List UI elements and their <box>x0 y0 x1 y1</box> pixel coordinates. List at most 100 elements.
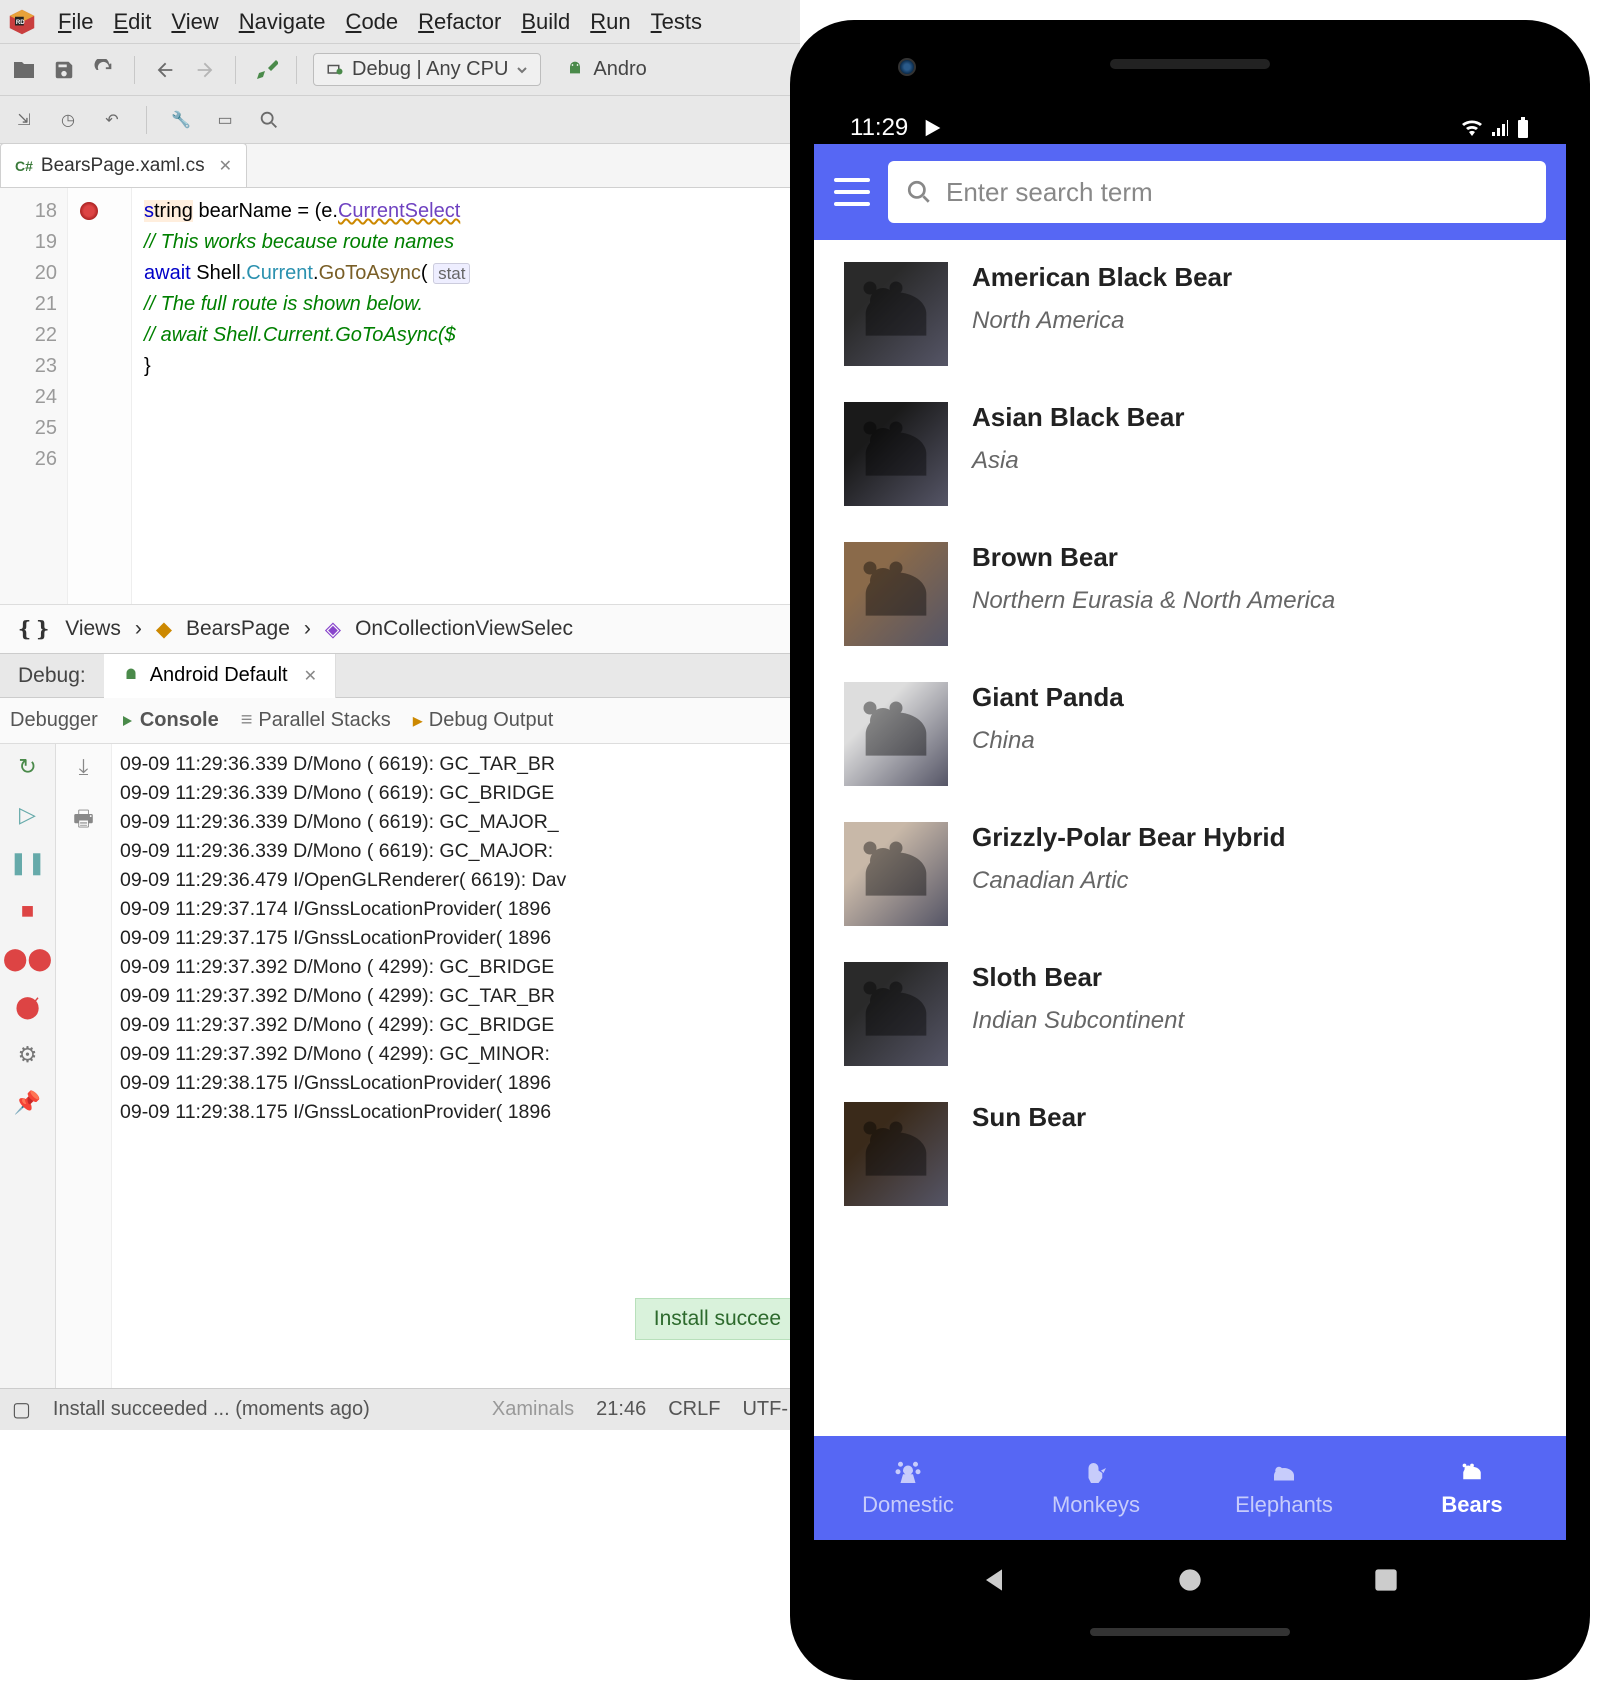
target-dropdown[interactable]: Andro <box>553 54 658 85</box>
debug-body: ↻ ▷ ❚❚ ■ ⬤⬤ ⬤̸ ⚙ 📌 ⤓ 🖶 09-09 11:29:36.33… <box>0 744 800 1430</box>
phone-status-bar: 11:29 <box>814 84 1566 144</box>
nav-back-icon[interactable] <box>978 1564 1010 1596</box>
layout-icon[interactable]: ▭ <box>211 106 239 134</box>
build-icon[interactable] <box>252 56 280 84</box>
android-nav-bar <box>814 1540 1566 1620</box>
breakpoints-icon[interactable]: ⬤⬤ <box>3 946 52 972</box>
close-icon[interactable]: ✕ <box>304 666 317 686</box>
code-area[interactable]: string bearName = (e.CurrentSelect // Th… <box>132 188 800 604</box>
status-position[interactable]: 21:46 <box>596 1398 646 1421</box>
menu-edit[interactable]: Edit <box>103 5 161 38</box>
tab-debugger[interactable]: Debugger <box>10 709 98 732</box>
status-eol[interactable]: CRLF <box>668 1398 720 1421</box>
search-input[interactable]: Enter search term <box>888 161 1546 223</box>
pause-icon[interactable]: ❚❚ <box>9 850 46 876</box>
status-encoding[interactable]: UTF- <box>742 1398 788 1421</box>
panel-icon[interactable]: ▢ <box>12 1397 31 1422</box>
bear-name: Asian Black Bear <box>972 402 1184 433</box>
status-bar: ▢ Install succeeded ... (moments ago) Xa… <box>0 1388 800 1430</box>
search-icon[interactable] <box>255 106 283 134</box>
list-item[interactable]: Brown BearNorthern Eurasia & North Ameri… <box>844 542 1536 646</box>
tab-bears[interactable]: Bears <box>1378 1436 1566 1540</box>
bear-name: Giant Panda <box>972 682 1124 713</box>
fold-column <box>110 188 132 604</box>
menu-file[interactable]: File <box>48 5 103 38</box>
bear-thumbnail <box>844 822 948 926</box>
output-icon: ▸ <box>413 708 423 733</box>
nav-recent-icon[interactable] <box>1370 1564 1402 1596</box>
tab-console[interactable]: Console <box>120 709 219 732</box>
back-icon[interactable] <box>151 56 179 84</box>
debug-panel-header: Debug: Android Default ✕ <box>0 654 800 698</box>
mute-icon[interactable]: ⬤̸ <box>15 994 40 1020</box>
debug-session-tab[interactable]: Android Default ✕ <box>104 654 336 698</box>
home-indicator <box>1090 1628 1290 1636</box>
app-screen: Enter search term American Black BearNor… <box>814 144 1566 1540</box>
forward-icon[interactable] <box>191 56 219 84</box>
list-item[interactable]: American Black BearNorth America <box>844 262 1536 366</box>
list-item[interactable]: Sun Bear <box>844 1102 1536 1206</box>
play-store-icon <box>922 117 944 139</box>
phone-top <box>814 44 1566 84</box>
breakpoint-marker[interactable] <box>80 202 98 220</box>
rerun-icon[interactable]: ↻ <box>18 754 36 780</box>
crumb-views[interactable]: Views <box>65 617 121 641</box>
tab-filename: BearsPage.xaml.cs <box>41 155 205 177</box>
tab-domestic[interactable]: Domestic <box>814 1436 1002 1540</box>
install-toast: Install succee <box>635 1298 800 1340</box>
menu-view[interactable]: View <box>161 5 228 38</box>
elephants-icon <box>1267 1458 1301 1488</box>
run-config-dropdown[interactable]: Debug | Any CPU <box>313 53 541 86</box>
list-item[interactable]: Asian Black BearAsia <box>844 402 1536 506</box>
hamburger-icon[interactable] <box>834 178 870 206</box>
method-icon: ◈ <box>325 617 341 642</box>
menu-navigate[interactable]: Navigate <box>229 5 336 38</box>
ide-window: RD FileEditViewNavigateCodeRefactorBuild… <box>0 0 800 1430</box>
crumb-method[interactable]: OnCollectionViewSelec <box>355 617 573 641</box>
pin-icon[interactable]: 📌 <box>14 1090 41 1116</box>
nav-home-icon[interactable] <box>1174 1564 1206 1596</box>
list-item[interactable]: Sloth BearIndian Subcontinent <box>844 962 1536 1066</box>
open-icon[interactable] <box>10 56 38 84</box>
status-project: Xaminals <box>492 1398 574 1421</box>
bears-icon <box>1455 1458 1489 1488</box>
code-editor[interactable]: 181920212223242526 string bearName = (e.… <box>0 188 800 604</box>
crumb-class[interactable]: BearsPage <box>186 617 290 641</box>
app-bar: Enter search term <box>814 144 1566 240</box>
bear-list[interactable]: American Black BearNorth America Asian Bl… <box>814 240 1566 1436</box>
undo-icon[interactable]: ↶ <box>98 106 126 134</box>
settings-icon[interactable]: ⚙ <box>18 1042 38 1068</box>
tab-elephants[interactable]: Elephants <box>1190 1436 1378 1540</box>
menu-refactor[interactable]: Refactor <box>408 5 511 38</box>
menu-build[interactable]: Build <box>511 5 580 38</box>
expand-icon[interactable]: ⇲ <box>10 106 38 134</box>
tab-parallel[interactable]: ≡Parallel Stacks <box>241 709 391 732</box>
menu-code[interactable]: Code <box>336 5 409 38</box>
bear-location: North America <box>972 307 1232 335</box>
print-icon[interactable]: 🖶 <box>73 802 94 840</box>
chevron-right-icon: › <box>304 617 311 641</box>
wrench-icon[interactable]: 🔧 <box>167 106 195 134</box>
step-icon[interactable]: ▷ <box>19 802 36 828</box>
save-icon[interactable] <box>50 56 78 84</box>
list-item[interactable]: Giant PandaChina <box>844 682 1536 786</box>
scroll-icon[interactable]: ⤓ <box>79 754 89 780</box>
debug-icon <box>326 61 344 79</box>
close-icon[interactable]: ✕ <box>219 156 232 176</box>
clock-icon[interactable]: ◷ <box>54 106 82 134</box>
menu-tests[interactable]: Tests <box>641 5 712 38</box>
editor-tab-bearspage[interactable]: C# BearsPage.xaml.cs ✕ <box>0 143 247 187</box>
monkeys-icon <box>1079 1458 1113 1488</box>
bear-name: Grizzly-Polar Bear Hybrid <box>972 822 1286 853</box>
refresh-icon[interactable] <box>90 56 118 84</box>
status-message: Install succeeded ... (moments ago) <box>53 1398 370 1421</box>
stop-icon[interactable]: ■ <box>21 898 34 924</box>
tab-output[interactable]: ▸Debug Output <box>413 708 554 733</box>
bear-name: Sun Bear <box>972 1102 1086 1133</box>
menu-run[interactable]: Run <box>580 5 640 38</box>
domestic-icon <box>891 1458 925 1488</box>
toolbar-secondary: ⇲ ◷ ↶ 🔧 ▭ <box>0 96 800 144</box>
list-item[interactable]: Grizzly-Polar Bear HybridCanadian Artic <box>844 822 1536 926</box>
home-indicator-area <box>814 1620 1566 1656</box>
tab-monkeys[interactable]: Monkeys <box>1002 1436 1190 1540</box>
